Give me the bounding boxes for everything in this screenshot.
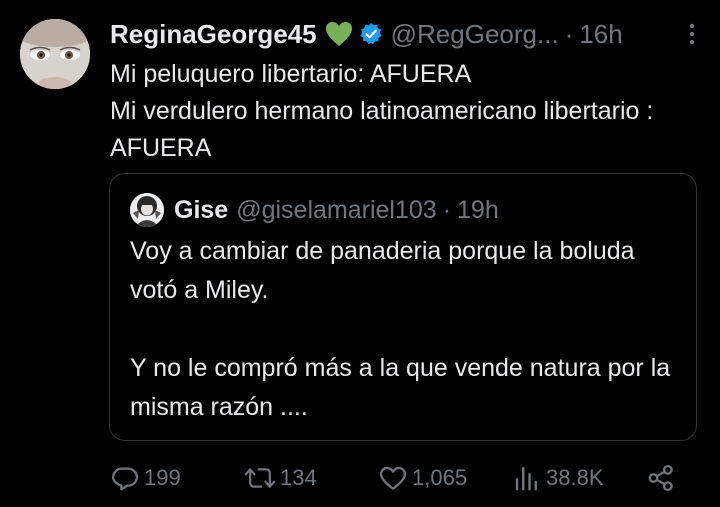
more-options-icon[interactable]	[682, 18, 702, 50]
reply-count: 199	[144, 465, 181, 490]
like-count: 1,065	[412, 465, 468, 490]
like-icon	[378, 463, 408, 493]
like-button[interactable]: 1,065	[378, 458, 467, 498]
author-avatar[interactable]	[20, 19, 90, 89]
quoted-author-avatar	[130, 193, 164, 227]
views-icon	[512, 463, 542, 493]
green-heart-icon	[325, 21, 353, 47]
quoted-tweet-header: Gise @giselamariel103 · 19h	[130, 192, 499, 228]
quoted-author-name: Gise	[174, 195, 229, 224]
author-name[interactable]: ReginaGeorge45	[110, 19, 317, 50]
tweet-timestamp[interactable]: 16h	[579, 19, 622, 50]
quoted-tweet-card[interactable]: Gise @giselamariel103 · 19h Voy a cambia…	[109, 173, 697, 441]
views-button[interactable]: 38.8K	[512, 458, 604, 498]
separator-dot: ·	[564, 18, 574, 49]
repost-icon	[244, 463, 276, 493]
reply-icon	[110, 463, 140, 493]
views-count: 38.8K	[546, 465, 604, 490]
author-handle[interactable]: @RegGeorg...	[391, 19, 559, 50]
repost-count: 134	[280, 465, 317, 490]
quoted-separator-dot: ·	[442, 195, 452, 224]
quoted-tweet-text: Voy a cambiar de panaderia porque la bol…	[130, 237, 671, 421]
reply-button[interactable]: 199	[110, 458, 181, 498]
quoted-author-handle: @giselamariel103	[236, 195, 437, 224]
share-button[interactable]	[646, 458, 676, 498]
verified-badge-icon[interactable]	[359, 22, 383, 46]
tweet-text: Mi peluquero libertario: AFUERA Mi verdu…	[110, 60, 654, 162]
tweet-actions-bar: 199 134 1,065 38.8K	[110, 458, 680, 498]
repost-button[interactable]: 134	[244, 458, 317, 498]
share-icon	[646, 463, 676, 493]
tweet-header: ReginaGeorge45 @RegGeorg... · 16h	[110, 16, 702, 52]
quoted-tweet-timestamp: 19h	[457, 195, 499, 224]
